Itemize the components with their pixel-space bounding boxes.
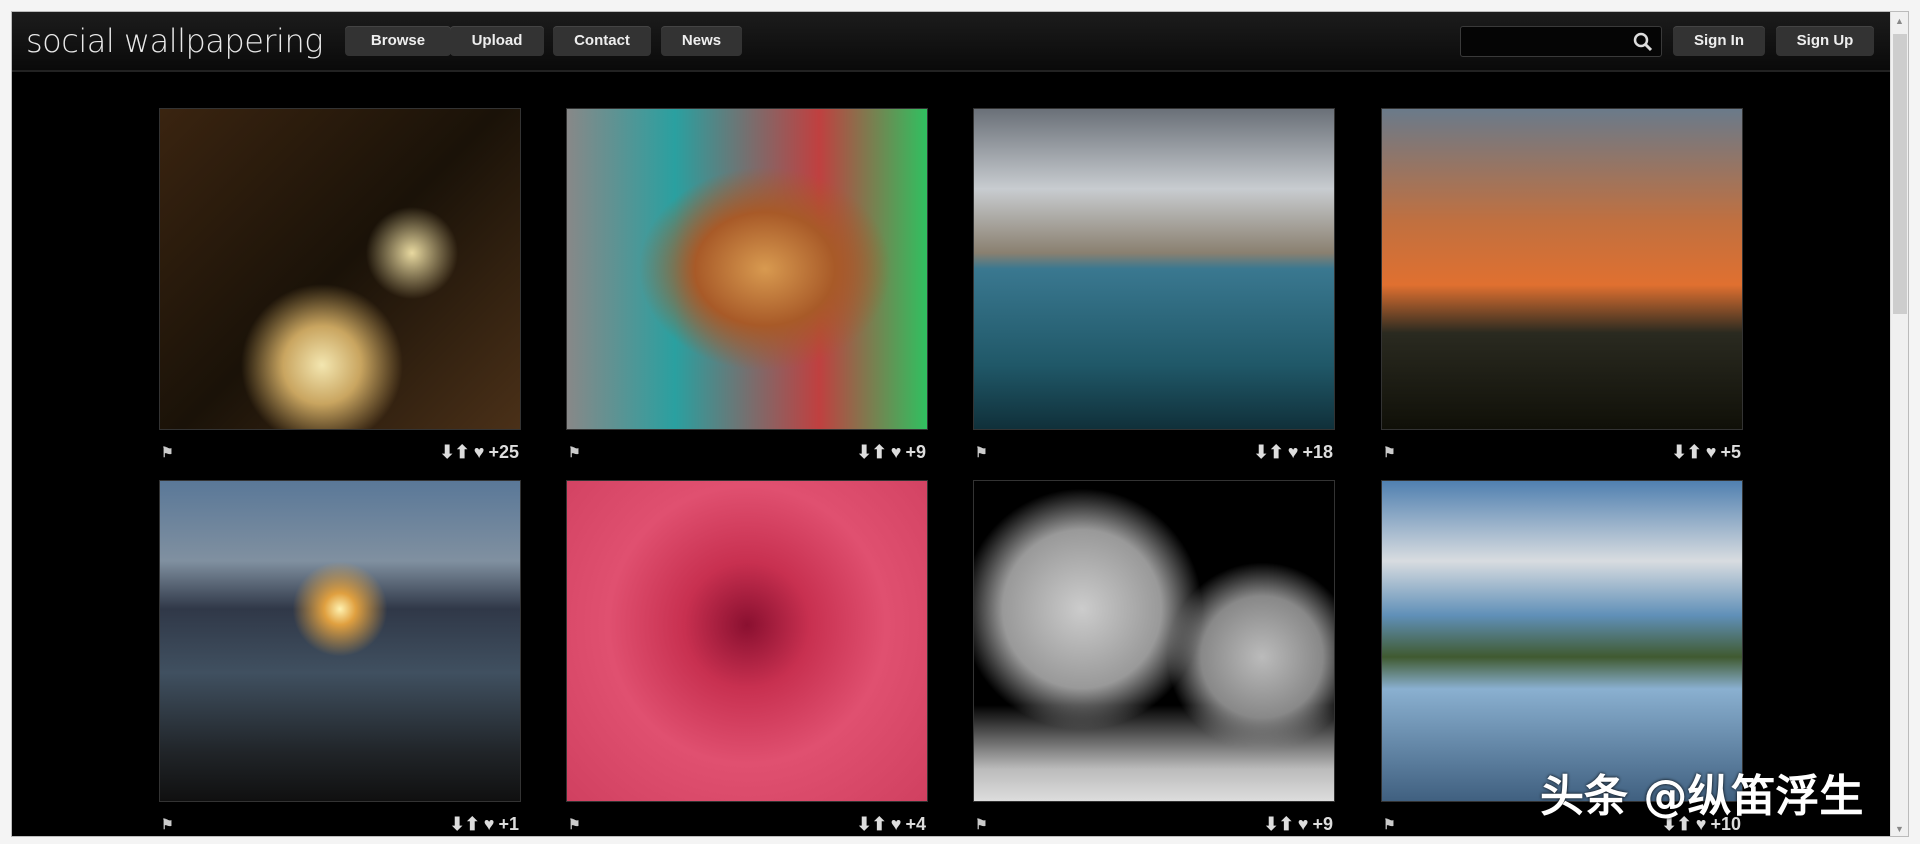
vote-up-icon[interactable]: ⬆ xyxy=(455,442,470,463)
flag-icon[interactable]: ⚑ xyxy=(975,816,988,833)
heart-icon[interactable]: ♥ xyxy=(484,814,495,835)
vote-down-icon[interactable]: ⬇ xyxy=(1254,442,1269,463)
vote-down-icon[interactable]: ⬇ xyxy=(1264,814,1279,835)
vote-down-icon[interactable]: ⬇ xyxy=(440,442,455,463)
wallpaper-stats: ⚑ ⬇ ⬆ ♥ +4 xyxy=(566,814,928,836)
scrollbar-thumb[interactable] xyxy=(1893,34,1907,314)
vote-up-icon[interactable]: ⬆ xyxy=(872,442,887,463)
vote-down-icon[interactable]: ⬇ xyxy=(1672,442,1687,463)
wallpaper-thumbnail[interactable] xyxy=(973,108,1335,430)
vote-up-icon[interactable]: ⬆ xyxy=(1279,814,1294,835)
flag-icon[interactable]: ⚑ xyxy=(161,816,174,833)
wallpaper-stats: ⚑ ⬇ ⬆ ♥ +9 xyxy=(566,442,928,464)
heart-icon[interactable]: ♥ xyxy=(1288,442,1299,463)
heart-icon[interactable]: ♥ xyxy=(891,814,902,835)
score: +4 xyxy=(905,814,926,834)
score: +5 xyxy=(1720,442,1741,462)
scrollbar[interactable]: ▲ ▼ xyxy=(1890,12,1908,836)
score: +1 xyxy=(498,814,519,834)
sign-in-button[interactable]: Sign In xyxy=(1673,26,1765,56)
wallpaper-thumbnail[interactable] xyxy=(159,480,521,802)
watermark: 头条 @纵笛浮生 xyxy=(1540,771,1864,822)
nav-upload-button[interactable]: Upload xyxy=(450,26,544,56)
flag-icon[interactable]: ⚑ xyxy=(568,816,581,833)
vote-up-icon[interactable]: ⬆ xyxy=(465,814,480,835)
wallpaper-thumbnail[interactable] xyxy=(566,480,928,802)
nav-news-button[interactable]: News xyxy=(661,26,742,56)
heart-icon[interactable]: ♥ xyxy=(1298,814,1309,835)
wallpaper-stats: ⚑ ⬇ ⬆ ♥ +5 xyxy=(1381,442,1743,464)
vote-down-icon[interactable]: ⬇ xyxy=(450,814,465,835)
site-logo[interactable]: social wallpapering xyxy=(26,22,323,60)
wallpaper-thumbnail[interactable] xyxy=(1381,108,1743,430)
wallpaper-thumbnail[interactable] xyxy=(973,480,1335,802)
top-nav-bar: social wallpapering Browse Upload Contac… xyxy=(12,12,1890,72)
sign-up-button[interactable]: Sign Up xyxy=(1776,26,1874,56)
flag-icon[interactable]: ⚑ xyxy=(161,444,174,461)
wallpaper-stats: ⚑ ⬇ ⬆ ♥ +25 xyxy=(159,442,521,464)
wallpaper-thumbnail[interactable] xyxy=(566,108,928,430)
vote-down-icon[interactable]: ⬇ xyxy=(857,442,872,463)
vote-up-icon[interactable]: ⬆ xyxy=(872,814,887,835)
scroll-down-arrow[interactable]: ▼ xyxy=(1895,824,1904,834)
browser-window: social wallpapering Browse Upload Contac… xyxy=(11,11,1909,837)
nav-contact-button[interactable]: Contact xyxy=(553,26,651,56)
search-input[interactable] xyxy=(1461,27,1631,56)
wallpaper-thumbnail[interactable] xyxy=(1381,480,1743,802)
score: +9 xyxy=(1312,814,1333,834)
flag-icon[interactable]: ⚑ xyxy=(568,444,581,461)
flag-icon[interactable]: ⚑ xyxy=(975,444,988,461)
search-box[interactable] xyxy=(1460,26,1662,57)
vote-up-icon[interactable]: ⬆ xyxy=(1269,442,1284,463)
nav-browse-button[interactable]: Browse xyxy=(345,26,451,56)
wallpaper-stats: ⚑ ⬇ ⬆ ♥ +18 xyxy=(973,442,1335,464)
score: +25 xyxy=(488,442,519,462)
score: +18 xyxy=(1302,442,1333,462)
vote-down-icon[interactable]: ⬇ xyxy=(857,814,872,835)
heart-icon[interactable]: ♥ xyxy=(474,442,485,463)
heart-icon[interactable]: ♥ xyxy=(891,442,902,463)
scroll-up-arrow[interactable]: ▲ xyxy=(1895,16,1904,26)
wallpaper-stats: ⚑ ⬇ ⬆ ♥ +9 xyxy=(973,814,1335,836)
score: +9 xyxy=(905,442,926,462)
search-icon[interactable] xyxy=(1633,32,1653,52)
vote-up-icon[interactable]: ⬆ xyxy=(1687,442,1702,463)
flag-icon[interactable]: ⚑ xyxy=(1383,816,1396,833)
wallpaper-thumbnail[interactable] xyxy=(159,108,521,430)
heart-icon[interactable]: ♥ xyxy=(1706,442,1717,463)
flag-icon[interactable]: ⚑ xyxy=(1383,444,1396,461)
wallpaper-stats: ⚑ ⬇ ⬆ ♥ +1 xyxy=(159,814,521,836)
